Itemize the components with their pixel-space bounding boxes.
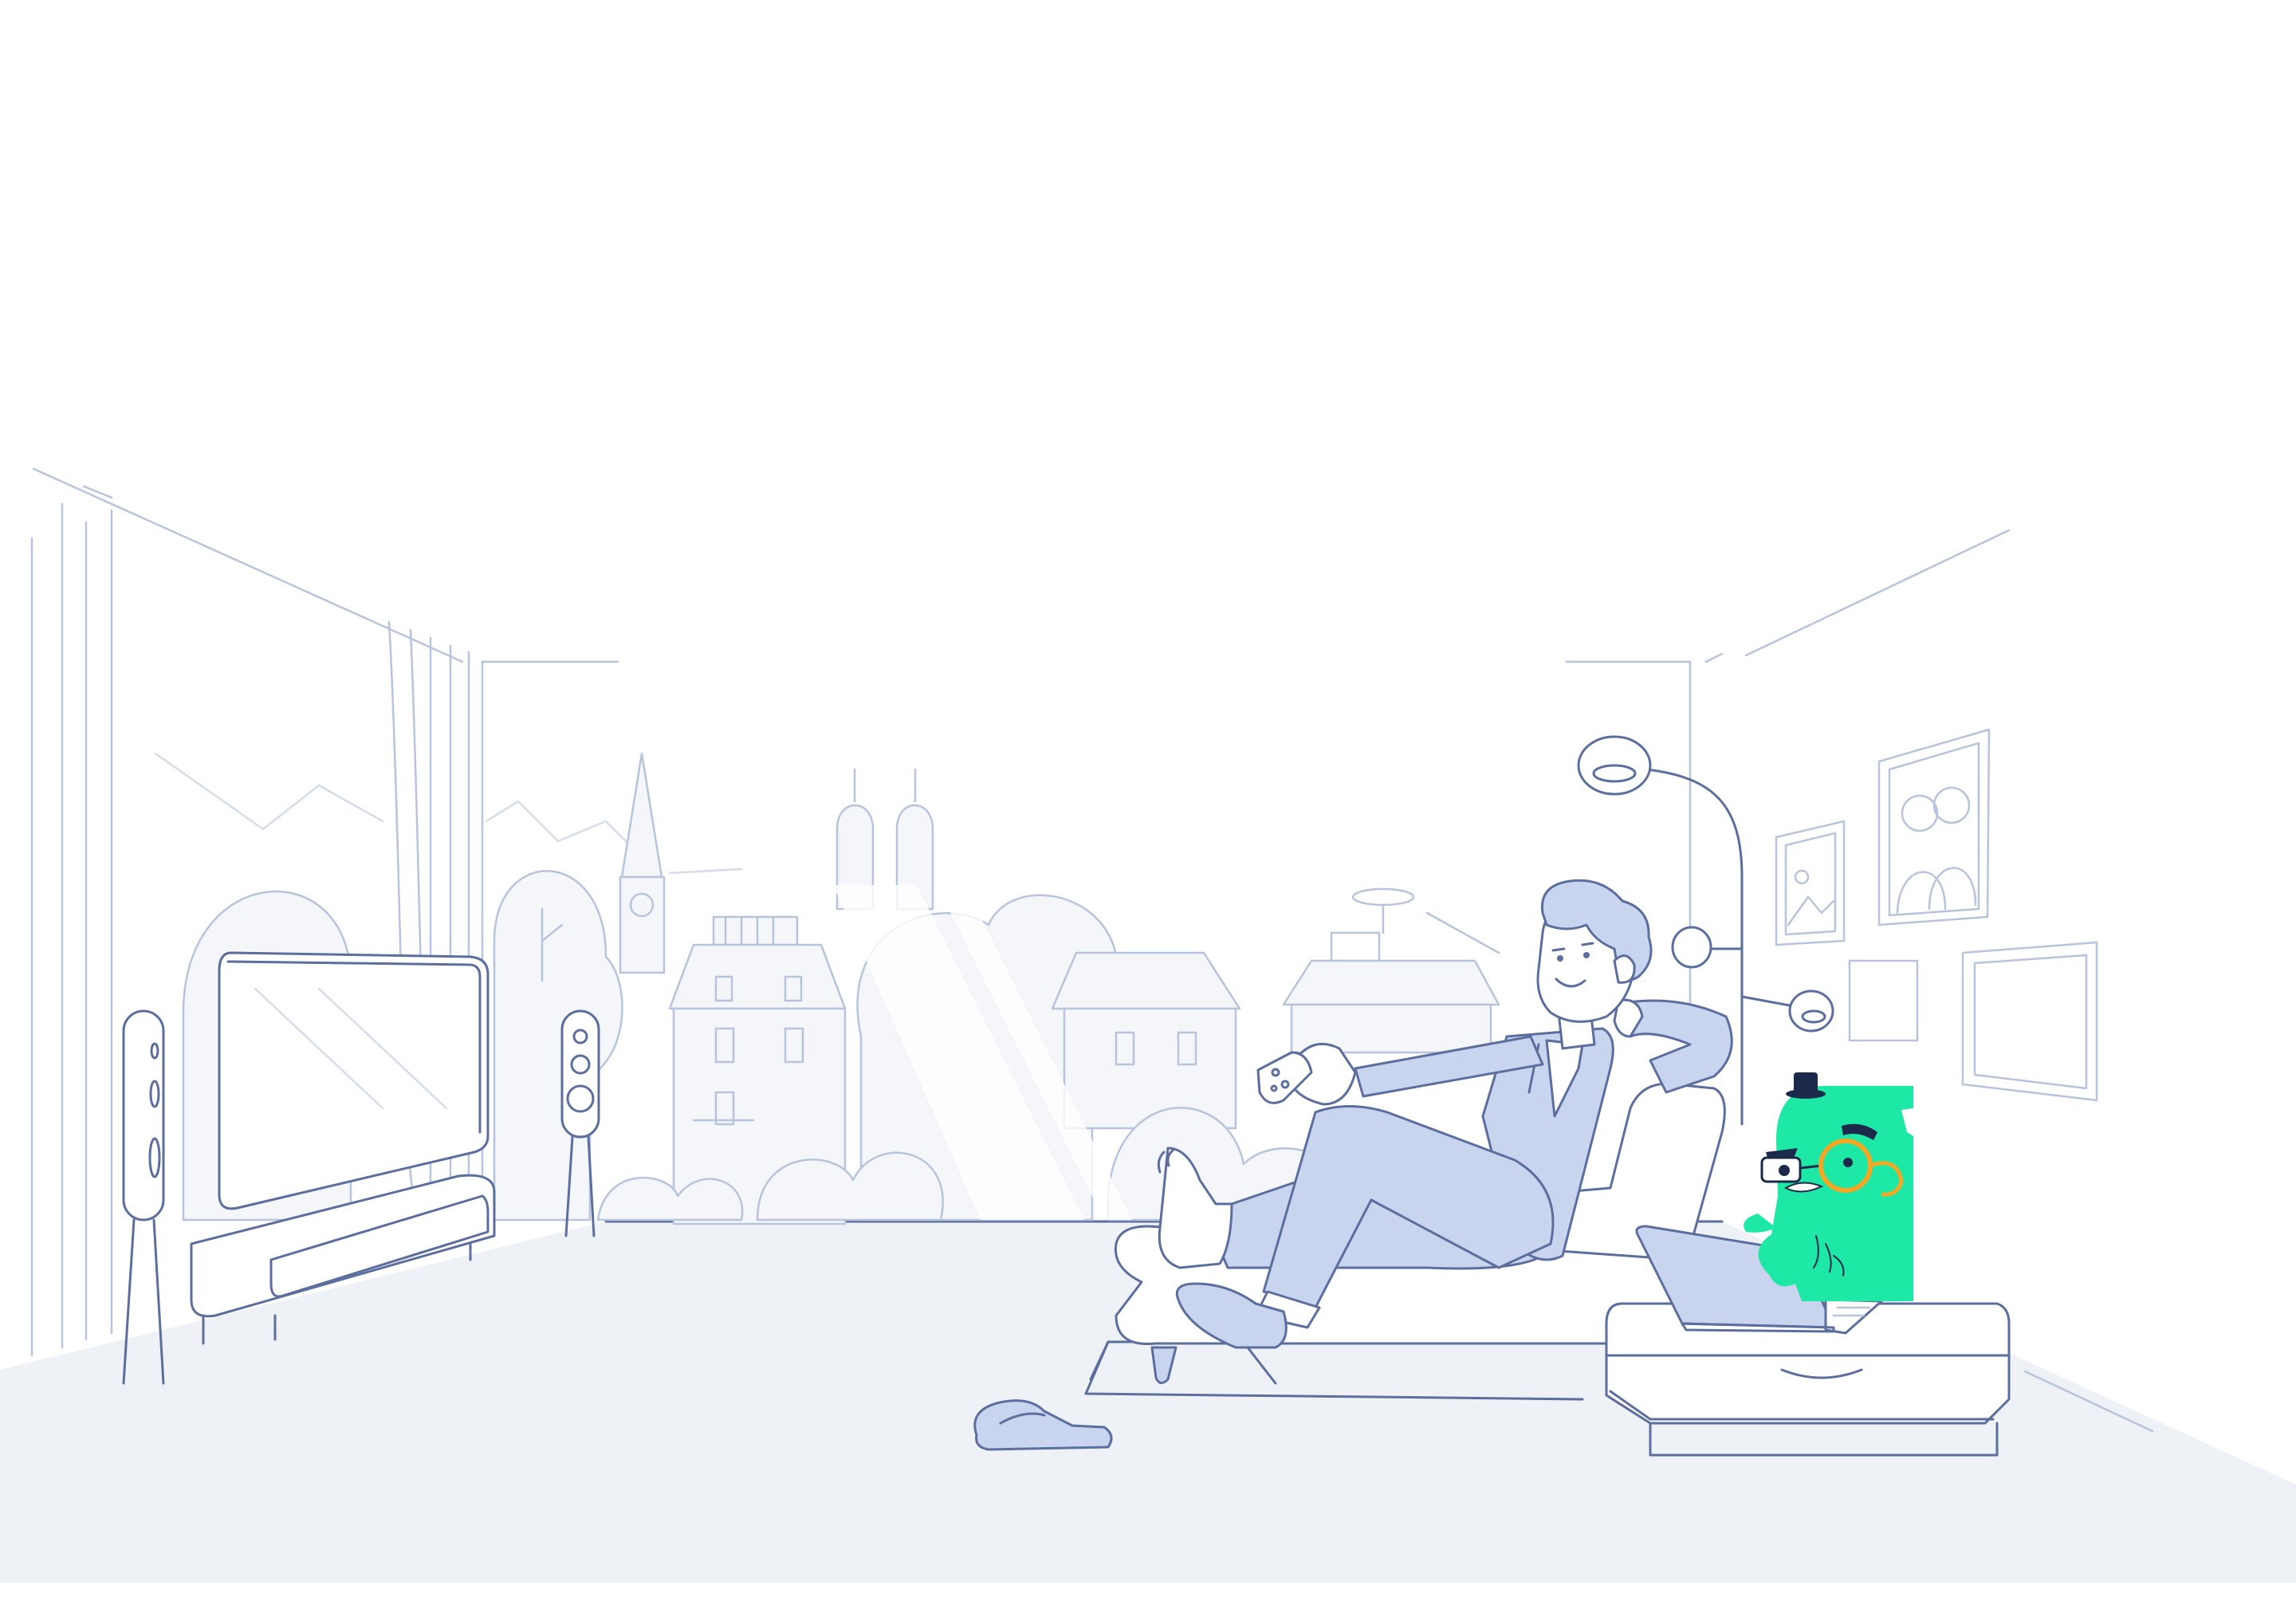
television [218, 951, 489, 1210]
wall-picture-landscape [1775, 820, 1846, 946]
wall-picture-large [1961, 941, 2098, 1102]
speaker-left [122, 1009, 165, 1385]
wall-picture-portrait [1877, 728, 1991, 926]
mascot-character [1744, 1072, 1913, 1301]
wall-picture-small [1848, 959, 1919, 1042]
living-room-illustration [0, 467, 2296, 1583]
